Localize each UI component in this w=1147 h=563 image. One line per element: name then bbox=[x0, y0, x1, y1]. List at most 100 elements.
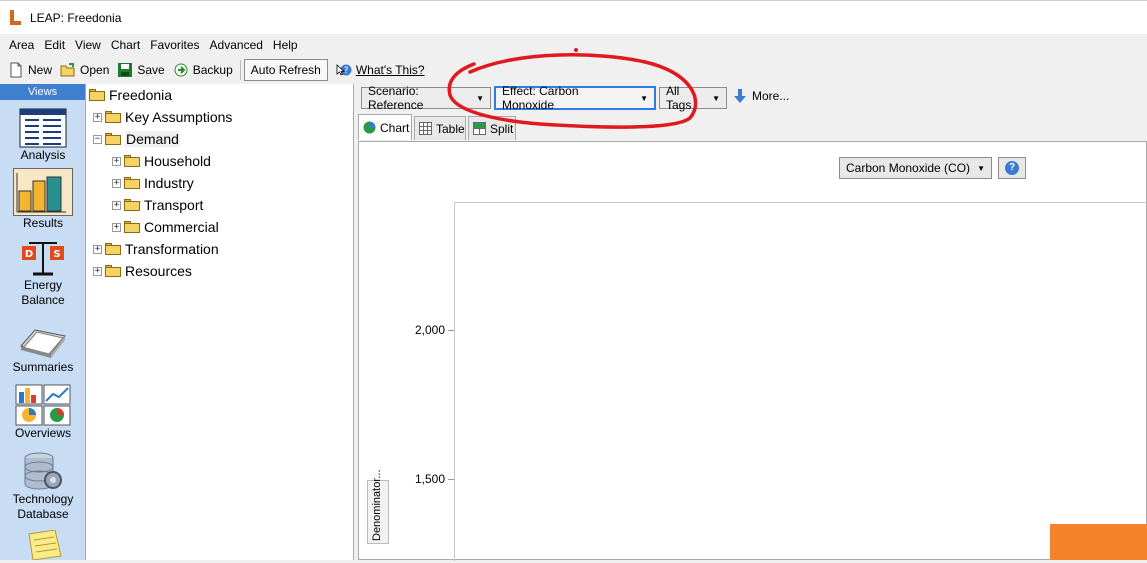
pollutant-dropdown-value: Carbon Monoxide (CO) bbox=[846, 161, 971, 175]
view-energy-balance[interactable]: DS Energy Balance bbox=[0, 242, 86, 308]
views-header: Views bbox=[0, 84, 85, 100]
toolbar-separator bbox=[239, 59, 241, 80]
backup-icon bbox=[173, 62, 189, 78]
views-sidebar: Views Analysis Results DS Energy Balance… bbox=[0, 84, 86, 561]
help-icon: ? bbox=[1005, 161, 1019, 175]
tree-label-transport: Transport bbox=[144, 197, 204, 213]
tree-label-transformation: Transformation bbox=[125, 241, 219, 257]
expand-plus-icon[interactable]: + bbox=[93, 244, 102, 254]
tree-node-demand[interactable]: − Demand bbox=[93, 129, 180, 149]
more-button[interactable]: More... bbox=[733, 89, 789, 103]
tree-label-freedonia: Freedonia bbox=[109, 87, 173, 103]
help-pointer-icon: ? bbox=[336, 62, 352, 78]
backup-button[interactable]: Backup bbox=[169, 59, 237, 81]
expand-plus-icon[interactable]: + bbox=[112, 178, 121, 188]
effect-dropdown-value: Effect: Carbon Monoxide bbox=[502, 84, 579, 112]
view-results[interactable]: Results bbox=[0, 168, 86, 231]
tree-node-industry[interactable]: + Industry bbox=[112, 173, 194, 193]
chevron-down-icon: ▼ bbox=[712, 93, 720, 103]
tree-node-transformation[interactable]: + Transformation bbox=[93, 239, 219, 259]
view-notes[interactable] bbox=[0, 529, 86, 561]
folder-icon bbox=[124, 199, 140, 211]
menu-edit[interactable]: Edit bbox=[39, 38, 70, 52]
view-analysis[interactable]: Analysis bbox=[0, 108, 86, 163]
chart-help-button[interactable]: ? bbox=[998, 157, 1026, 179]
new-document-icon bbox=[8, 62, 24, 78]
backup-button-label: Backup bbox=[192, 62, 233, 77]
table-grid-icon bbox=[419, 122, 432, 135]
tab-split[interactable]: Split bbox=[468, 116, 516, 140]
tree-label-key-assumptions: Key Assumptions bbox=[125, 109, 233, 125]
folder-icon bbox=[124, 177, 140, 189]
whats-this-button[interactable]: ? What's This? bbox=[332, 59, 429, 81]
open-folder-icon bbox=[60, 62, 76, 78]
menu-bar: Area Edit View Chart Favorites Advanced … bbox=[0, 35, 1147, 55]
auto-refresh-label: Auto Refresh bbox=[250, 62, 321, 77]
view-summaries-label: Summaries bbox=[12, 360, 74, 374]
save-button[interactable]: Save bbox=[113, 59, 168, 81]
tab-table[interactable]: Table bbox=[414, 116, 466, 140]
menu-view[interactable]: View bbox=[70, 38, 106, 52]
chevron-down-icon: ▼ bbox=[977, 163, 985, 173]
new-button[interactable]: New bbox=[4, 59, 56, 81]
collapse-minus-icon[interactable]: − bbox=[93, 134, 102, 144]
chart-panel: Carbon Monoxide (CO) ▼ ? 2,000 1,500 Den… bbox=[358, 141, 1147, 561]
menu-advanced[interactable]: Advanced bbox=[205, 38, 268, 52]
expand-plus-icon[interactable]: + bbox=[93, 266, 102, 276]
tree-node-transport[interactable]: + Transport bbox=[112, 195, 203, 215]
open-button[interactable]: Open bbox=[56, 59, 113, 81]
analysis-icon bbox=[19, 108, 67, 148]
view-overviews[interactable]: Overviews bbox=[0, 384, 86, 441]
folder-icon bbox=[124, 155, 140, 167]
pollutant-dropdown[interactable]: Carbon Monoxide (CO) ▼ bbox=[839, 157, 992, 179]
menu-favorites[interactable]: Favorites bbox=[145, 38, 204, 52]
whats-this-label: What's This? bbox=[355, 62, 425, 77]
expand-plus-icon[interactable]: + bbox=[112, 222, 121, 232]
tags-dropdown[interactable]: All Tags ▼ bbox=[659, 84, 727, 112]
folder-icon bbox=[105, 111, 121, 123]
view-overviews-label: Overviews bbox=[14, 426, 71, 440]
y-tick-label-2000: 2,000 bbox=[415, 323, 446, 337]
view-analysis-label: Analysis bbox=[20, 148, 66, 162]
tree-node-commercial[interactable]: + Commercial bbox=[112, 217, 219, 237]
folder-open-icon bbox=[105, 133, 121, 145]
summaries-icon bbox=[17, 324, 69, 360]
chart-plot-area bbox=[454, 202, 1147, 561]
tab-table-label: Table bbox=[436, 121, 465, 136]
tab-chart[interactable]: Chart bbox=[358, 114, 412, 140]
pie-chart-icon bbox=[363, 121, 376, 134]
view-technology-database-label-1: Technology bbox=[12, 492, 74, 506]
expand-plus-icon[interactable]: + bbox=[112, 200, 121, 210]
tree-label-industry: Industry bbox=[144, 175, 194, 191]
view-summaries[interactable]: Summaries bbox=[0, 324, 86, 375]
chevron-down-icon: ▼ bbox=[476, 93, 484, 103]
auto-refresh-toggle[interactable]: Auto Refresh bbox=[243, 58, 328, 81]
open-button-label: Open bbox=[80, 62, 110, 77]
effect-dropdown[interactable]: Effect: Carbon Monoxide ▼ bbox=[494, 84, 656, 112]
tree-node-resources[interactable]: + Resources bbox=[93, 261, 192, 281]
folder-icon bbox=[105, 243, 121, 255]
expand-plus-icon[interactable]: + bbox=[112, 156, 121, 166]
scenario-dropdown-value: Scenario: Reference bbox=[368, 84, 424, 112]
scenario-dropdown[interactable]: Scenario: Reference ▼ bbox=[361, 84, 491, 112]
folder-icon bbox=[89, 89, 105, 101]
tree-node-key-assumptions[interactable]: + Key Assumptions bbox=[93, 107, 232, 127]
menu-help[interactable]: Help bbox=[268, 38, 303, 52]
y-tick-mark bbox=[448, 479, 454, 480]
title-bar: LEAP: Freedonia bbox=[0, 0, 1147, 34]
menu-area[interactable]: Area bbox=[4, 38, 39, 52]
save-button-label: Save bbox=[137, 62, 165, 77]
tree-node-household[interactable]: + Household bbox=[112, 151, 211, 171]
chart-bar bbox=[1050, 524, 1147, 560]
notes-icon bbox=[23, 529, 63, 561]
menu-chart[interactable]: Chart bbox=[106, 38, 145, 52]
energy-balance-icon: DS bbox=[19, 242, 67, 278]
tree-label-demand: Demand bbox=[125, 131, 180, 147]
tree-node-freedonia[interactable]: Freedonia bbox=[89, 85, 172, 105]
view-technology-database[interactable]: Technology Database bbox=[0, 450, 86, 522]
y-tick-label-1500: 1,500 bbox=[415, 472, 446, 486]
expand-plus-icon[interactable]: + bbox=[93, 112, 102, 122]
tags-dropdown-value: All Tags bbox=[666, 84, 692, 112]
split-view-icon bbox=[473, 122, 486, 135]
y-axis-title-box[interactable]: Denominator... bbox=[367, 469, 389, 544]
